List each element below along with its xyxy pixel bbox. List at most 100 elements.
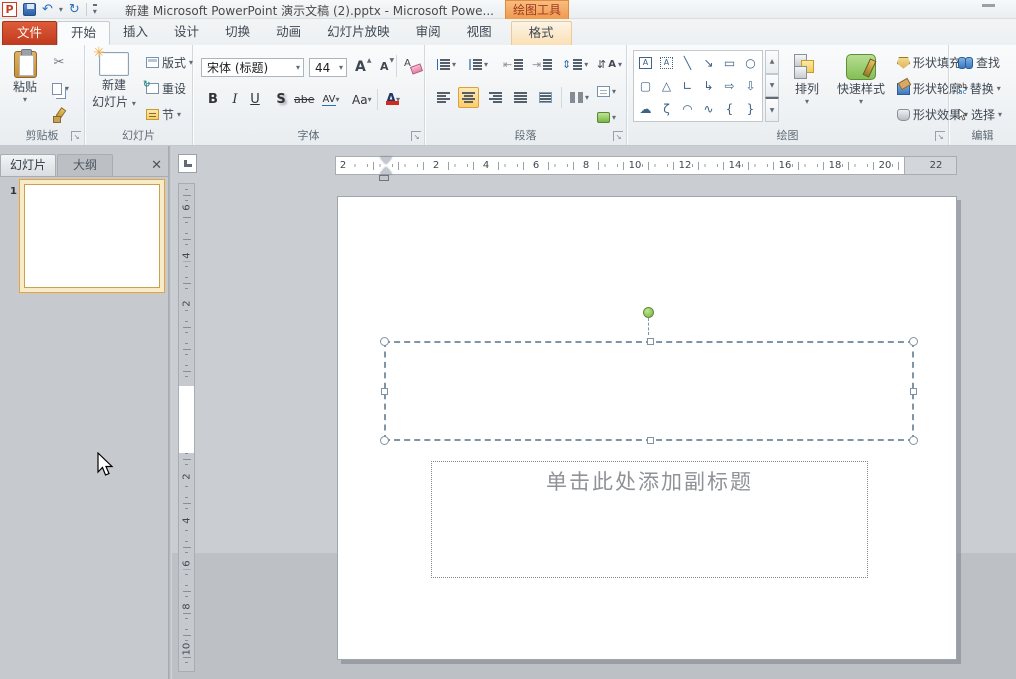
shape-freeform[interactable]: ☁ [635,98,656,120]
bullets-button[interactable]: ▾ [433,54,460,75]
italic-button[interactable]: I [225,89,245,110]
columns-button[interactable]: ▾ [566,87,593,108]
new-slide-button[interactable]: 新建 幻灯片 ▾ [89,47,139,131]
tab-home[interactable]: 开始 [57,21,110,45]
select-button[interactable]: 选择 ▾ [954,104,1006,125]
numbering-button[interactable]: ▾ [465,54,492,75]
tab-view[interactable]: 视图 [454,21,505,45]
drawing-dialog-launcher[interactable]: ↘ [935,131,945,141]
shape-oval[interactable]: ○ [740,52,761,74]
quick-styles-button[interactable]: 快速样式 ▾ [833,47,889,131]
shape-line[interactable]: ╲ [677,52,698,74]
replace-button[interactable]: abac 替换 ▾ [954,78,1005,99]
distribute-button[interactable] [535,87,556,108]
align-center-button[interactable] [458,87,479,108]
shrink-font-button[interactable]: A▼ [376,56,398,77]
shape-rounded-rectangle[interactable]: ▢ [635,75,656,97]
tab-review[interactable]: 审阅 [403,21,454,45]
align-right-button[interactable] [485,87,506,108]
section-button[interactable]: 节 ▾ [142,104,185,125]
resize-handle-s[interactable] [647,437,654,444]
title-placeholder[interactable] [384,341,914,441]
resize-handle-w[interactable] [381,388,388,395]
paragraph-dialog-launcher[interactable]: ↘ [613,131,623,141]
indent-marker-bottom[interactable] [380,167,392,174]
font-dialog-launcher[interactable]: ↘ [411,131,421,141]
tab-stop-selector[interactable] [178,154,197,173]
clear-formatting-button[interactable]: A [400,55,426,76]
character-spacing-button[interactable]: AV ▾ [321,89,341,110]
strikethrough-button[interactable]: abe [293,89,316,110]
slide-thumbnail[interactable] [24,184,160,288]
powerpoint-app-icon[interactable]: P [2,2,17,17]
horizontal-ruler[interactable]: 2 2 4 6 8 10 12 14 16 18 20 22 [335,156,957,175]
text-shadow-button[interactable]: S [271,89,291,110]
layout-button[interactable]: 版式 ▾ [142,52,197,73]
copy-button[interactable]: ▾ [48,78,73,99]
tab-insert[interactable]: 插入 [110,21,161,45]
paste-button[interactable]: 粘贴 ▾ [6,47,44,131]
shape-right-arrow[interactable]: ⇨ [719,75,740,97]
resize-handle-n[interactable] [647,338,654,345]
tab-transitions[interactable]: 切换 [212,21,263,45]
copy-dropdown-icon[interactable]: ▾ [65,84,69,93]
clipboard-dialog-launcher[interactable]: ↘ [71,131,81,141]
cut-button[interactable]: ✂ [48,52,70,73]
gallery-scroll-up-icon[interactable]: ▲ [765,50,779,74]
arrange-button[interactable]: 排列 ▾ [785,47,829,131]
undo-dropdown-icon[interactable]: ▾ [59,5,63,14]
underline-button[interactable]: U [245,89,265,110]
convert-smartart-button[interactable]: ▾ [593,107,620,128]
tab-slideshow[interactable]: 幻灯片放映 [314,21,403,45]
shape-right-brace[interactable]: } [740,98,761,120]
vertical-ruler[interactable]: 6 4 2 2 4 6 8 10 [178,183,195,672]
increase-indent-button[interactable]: ⇥ [528,54,556,75]
gallery-scroll-down-icon[interactable]: ▼ [765,74,779,98]
resize-handle-e[interactable] [910,388,917,395]
indent-marker-square[interactable] [379,175,389,181]
shape-down-arrow[interactable]: ⇩ [740,75,761,97]
shape-textbox[interactable]: A [635,52,656,74]
save-icon[interactable] [23,3,36,16]
font-size-combo[interactable]: 44 ▾ [309,58,347,77]
tab-format[interactable]: 格式 [511,21,572,45]
line-spacing-button[interactable]: ⇕ ▾ [558,54,592,75]
paste-dropdown-icon[interactable]: ▾ [23,95,27,104]
redo-icon[interactable]: ↻ [69,3,80,16]
change-case-button[interactable]: Aa ▾ [351,89,373,110]
font-size-dropdown-icon[interactable]: ▾ [339,63,343,72]
pane-close-icon[interactable]: ✕ [151,156,162,176]
shape-arrow[interactable]: ↘ [698,52,719,74]
align-text-button[interactable]: ▾ [593,81,620,102]
slide-page[interactable]: 单击此处添加副标题 [337,196,957,660]
tab-animations[interactable]: 动画 [263,21,314,45]
reset-button[interactable]: 重设 [142,78,190,99]
font-color-button[interactable]: A ▾ [383,89,403,110]
shape-elbow-arrow-connector[interactable]: ↳ [698,75,719,97]
shape-scribble[interactable]: ζ [656,98,677,120]
align-left-button[interactable] [433,87,454,108]
undo-icon[interactable]: ↶ [42,3,53,16]
format-painter-button[interactable] [48,104,70,125]
find-button[interactable]: 查找 [954,52,1004,73]
shape-elbow-connector[interactable]: ∟ [677,75,698,97]
tab-design[interactable]: 设计 [161,21,212,45]
bold-button[interactable]: B [203,89,223,110]
rotation-handle[interactable] [643,307,654,318]
resize-handle-sw[interactable] [380,436,389,445]
new-slide-dropdown-icon[interactable]: ▾ [132,99,136,108]
shape-left-brace[interactable]: { [719,98,740,120]
tab-file[interactable]: 文件 [2,21,57,45]
grow-font-button[interactable]: A▲ [351,56,375,77]
shape-triangle[interactable]: △ [656,75,677,97]
pane-tab-slides[interactable]: 幻灯片 [0,154,56,176]
shape-vertical-textbox[interactable]: A [656,52,677,74]
customize-qat-icon[interactable]: ▾ [93,4,97,16]
shape-curve[interactable]: ∿ [698,98,719,120]
resize-handle-ne[interactable] [909,337,918,346]
pane-tab-outline[interactable]: 大纲 [57,154,113,176]
shape-arc[interactable]: ◠ [677,98,698,120]
gallery-more-icon[interactable]: ▼ [765,97,779,122]
shape-rectangle[interactable]: ▭ [719,52,740,74]
font-name-dropdown-icon[interactable]: ▾ [296,63,300,72]
